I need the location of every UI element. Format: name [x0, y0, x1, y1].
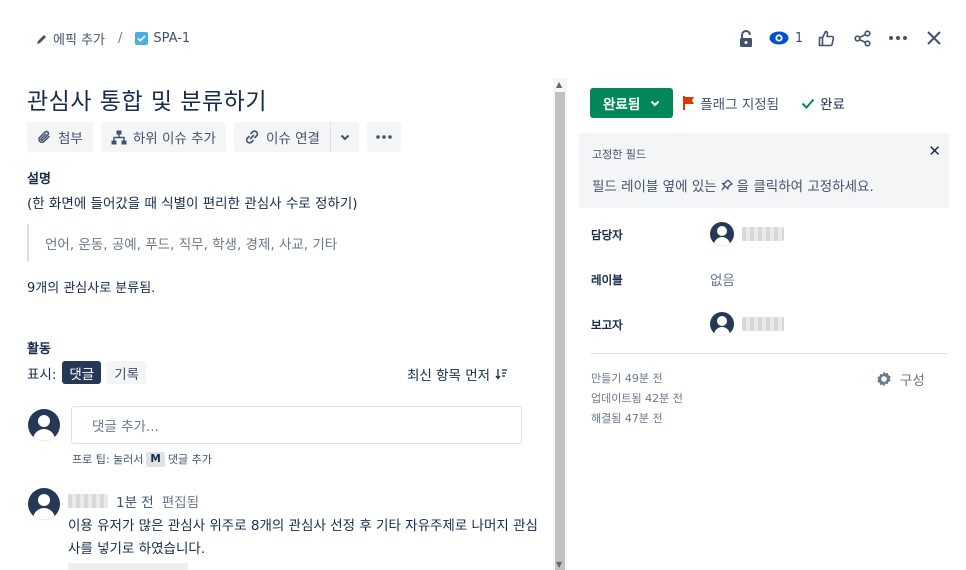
labels-label: 레이블: [591, 273, 623, 287]
close-icon[interactable]: ✕: [928, 142, 941, 160]
description-heading: 설명: [27, 172, 51, 187]
comment-actions-clipped: [68, 563, 188, 570]
sort-toggle[interactable]: 최신 항목 먼저: [407, 364, 508, 384]
reporter-name-redacted: [742, 317, 784, 331]
link-issue-button[interactable]: 이슈 연결: [234, 122, 331, 152]
reporter-avatar: [710, 312, 734, 336]
resolution-done: 완료: [801, 93, 845, 113]
lock-button[interactable]: [728, 24, 764, 52]
header-actions: 1: [728, 24, 952, 52]
assignee-name-redacted: [742, 227, 784, 241]
task-type-icon: [135, 32, 149, 45]
chevron-down-icon: [651, 100, 660, 106]
attach-button[interactable]: 첨부: [27, 122, 93, 152]
more-actions-button[interactable]: [880, 24, 916, 52]
chevron-down-icon: [340, 134, 350, 140]
reporter-label: 보고자: [591, 318, 623, 332]
pro-tip: 프로 팁: 눌러서 M 댓글 추가: [72, 451, 212, 467]
pencil-icon: [37, 34, 46, 44]
toolbar-more-button[interactable]: [366, 122, 401, 152]
filter-history[interactable]: 기록: [107, 361, 147, 384]
more-icon: [376, 135, 392, 139]
activity-heading: 활동: [27, 342, 51, 357]
configure-button[interactable]: 구성: [875, 369, 925, 389]
reporter-value[interactable]: [710, 312, 784, 336]
paperclip-icon: [38, 130, 50, 143]
issue-title[interactable]: 관심사 통합 및 분류하기: [27, 82, 267, 116]
comment-time: 1분 전: [116, 495, 154, 511]
current-user-avatar: [28, 409, 60, 441]
link-issue-button-group: 이슈 연결: [233, 122, 359, 152]
labels-value[interactable]: 없음: [710, 269, 735, 289]
thumbs-up-icon: [818, 30, 834, 46]
pinned-fields-panel: 고정한 필드 ✕ 필드 레이블 옆에 있는 을 클릭하여 고정하세요.: [579, 133, 949, 208]
scroll-up-icon[interactable]: ▲: [556, 80, 562, 89]
link-icon: [245, 130, 259, 144]
breadcrumb-separator: /: [117, 31, 123, 46]
watch-count: 1: [794, 30, 804, 46]
scroll-down-icon[interactable]: ▼: [556, 560, 562, 569]
comment-input[interactable]: 댓글 추가...: [71, 406, 522, 444]
comment-author-avatar: [28, 488, 60, 520]
issue-detail-view: 에픽 추가 / SPA-1 1 관심사 통합 및 분류하기 첨부 하위 이슈 추…: [0, 0, 966, 570]
assignee-avatar: [710, 222, 734, 246]
description-quote[interactable]: 언어, 운동, 공예, 푸드, 직무, 학생, 경제, 사교, 기타: [27, 224, 337, 262]
eye-icon: [769, 31, 789, 45]
more-icon: [889, 36, 907, 40]
comment-author-name-redacted: [68, 494, 108, 508]
checkmark-icon: [801, 98, 815, 109]
issue-key-link[interactable]: SPA-1: [135, 31, 190, 46]
status-button[interactable]: 완료됨: [590, 88, 674, 118]
watch-button[interactable]: 1: [764, 24, 808, 52]
close-button[interactable]: [916, 24, 952, 52]
assignee-label: 담당자: [591, 228, 623, 242]
show-label: 표시:: [27, 366, 57, 383]
shortcut-key: M: [146, 451, 165, 467]
created-time: 만들기 49분 전: [591, 372, 663, 385]
share-icon: [853, 29, 871, 47]
comment-edited: 편집됨: [161, 495, 199, 511]
gear-icon: [877, 371, 891, 387]
add-child-issue-button[interactable]: 하위 이슈 추가: [100, 122, 226, 152]
assignee-value[interactable]: [710, 222, 784, 246]
comment-meta: 1분 전 편집됨: [68, 491, 199, 511]
hierarchy-icon: [111, 130, 127, 144]
updated-time: 업데이트됨 42분 전: [591, 392, 683, 405]
breadcrumb: 에픽 추가 / SPA-1: [36, 29, 190, 48]
description-result[interactable]: 9개의 관심사로 분류됨.: [27, 277, 155, 296]
left-pane-scrollbar[interactable]: ▲ ▼: [553, 78, 567, 570]
description-text[interactable]: (한 화면에 들어갔을 때 식별이 편리한 관심사 수로 정하기): [27, 192, 358, 212]
like-button[interactable]: [808, 24, 844, 52]
link-issue-dropdown[interactable]: [331, 122, 359, 152]
share-button[interactable]: [844, 24, 880, 52]
issue-toolbar: 첨부 하위 이슈 추가 이슈 연결: [27, 122, 401, 152]
flagged-indicator[interactable]: 플래그 지정됨: [683, 93, 779, 113]
epic-add-link[interactable]: 에픽 추가: [36, 29, 105, 48]
divider: [591, 353, 948, 354]
status-row: 완료됨 플래그 지정됨 완료: [590, 88, 845, 118]
sort-icon: [495, 369, 508, 380]
lock-icon: [740, 29, 752, 47]
comment-body: 이용 유저가 많은 관심사 위주로 8개의 관심사 선정 후 기타 자유주제로 …: [68, 518, 538, 557]
activity-filter: 표시: 댓글 기록: [27, 361, 147, 384]
close-icon: [927, 31, 941, 45]
filter-comments[interactable]: 댓글: [62, 361, 102, 384]
pin-icon: [721, 179, 733, 191]
resolved-time: 해결됨 47분 전: [591, 412, 663, 425]
scroll-thumb[interactable]: [555, 92, 565, 570]
pinned-fields-message: 필드 레이블 옆에 있는 을 클릭하여 고정하세요.: [592, 179, 874, 195]
flag-icon: [683, 96, 695, 110]
pinned-fields-title: 고정한 필드: [592, 148, 647, 161]
